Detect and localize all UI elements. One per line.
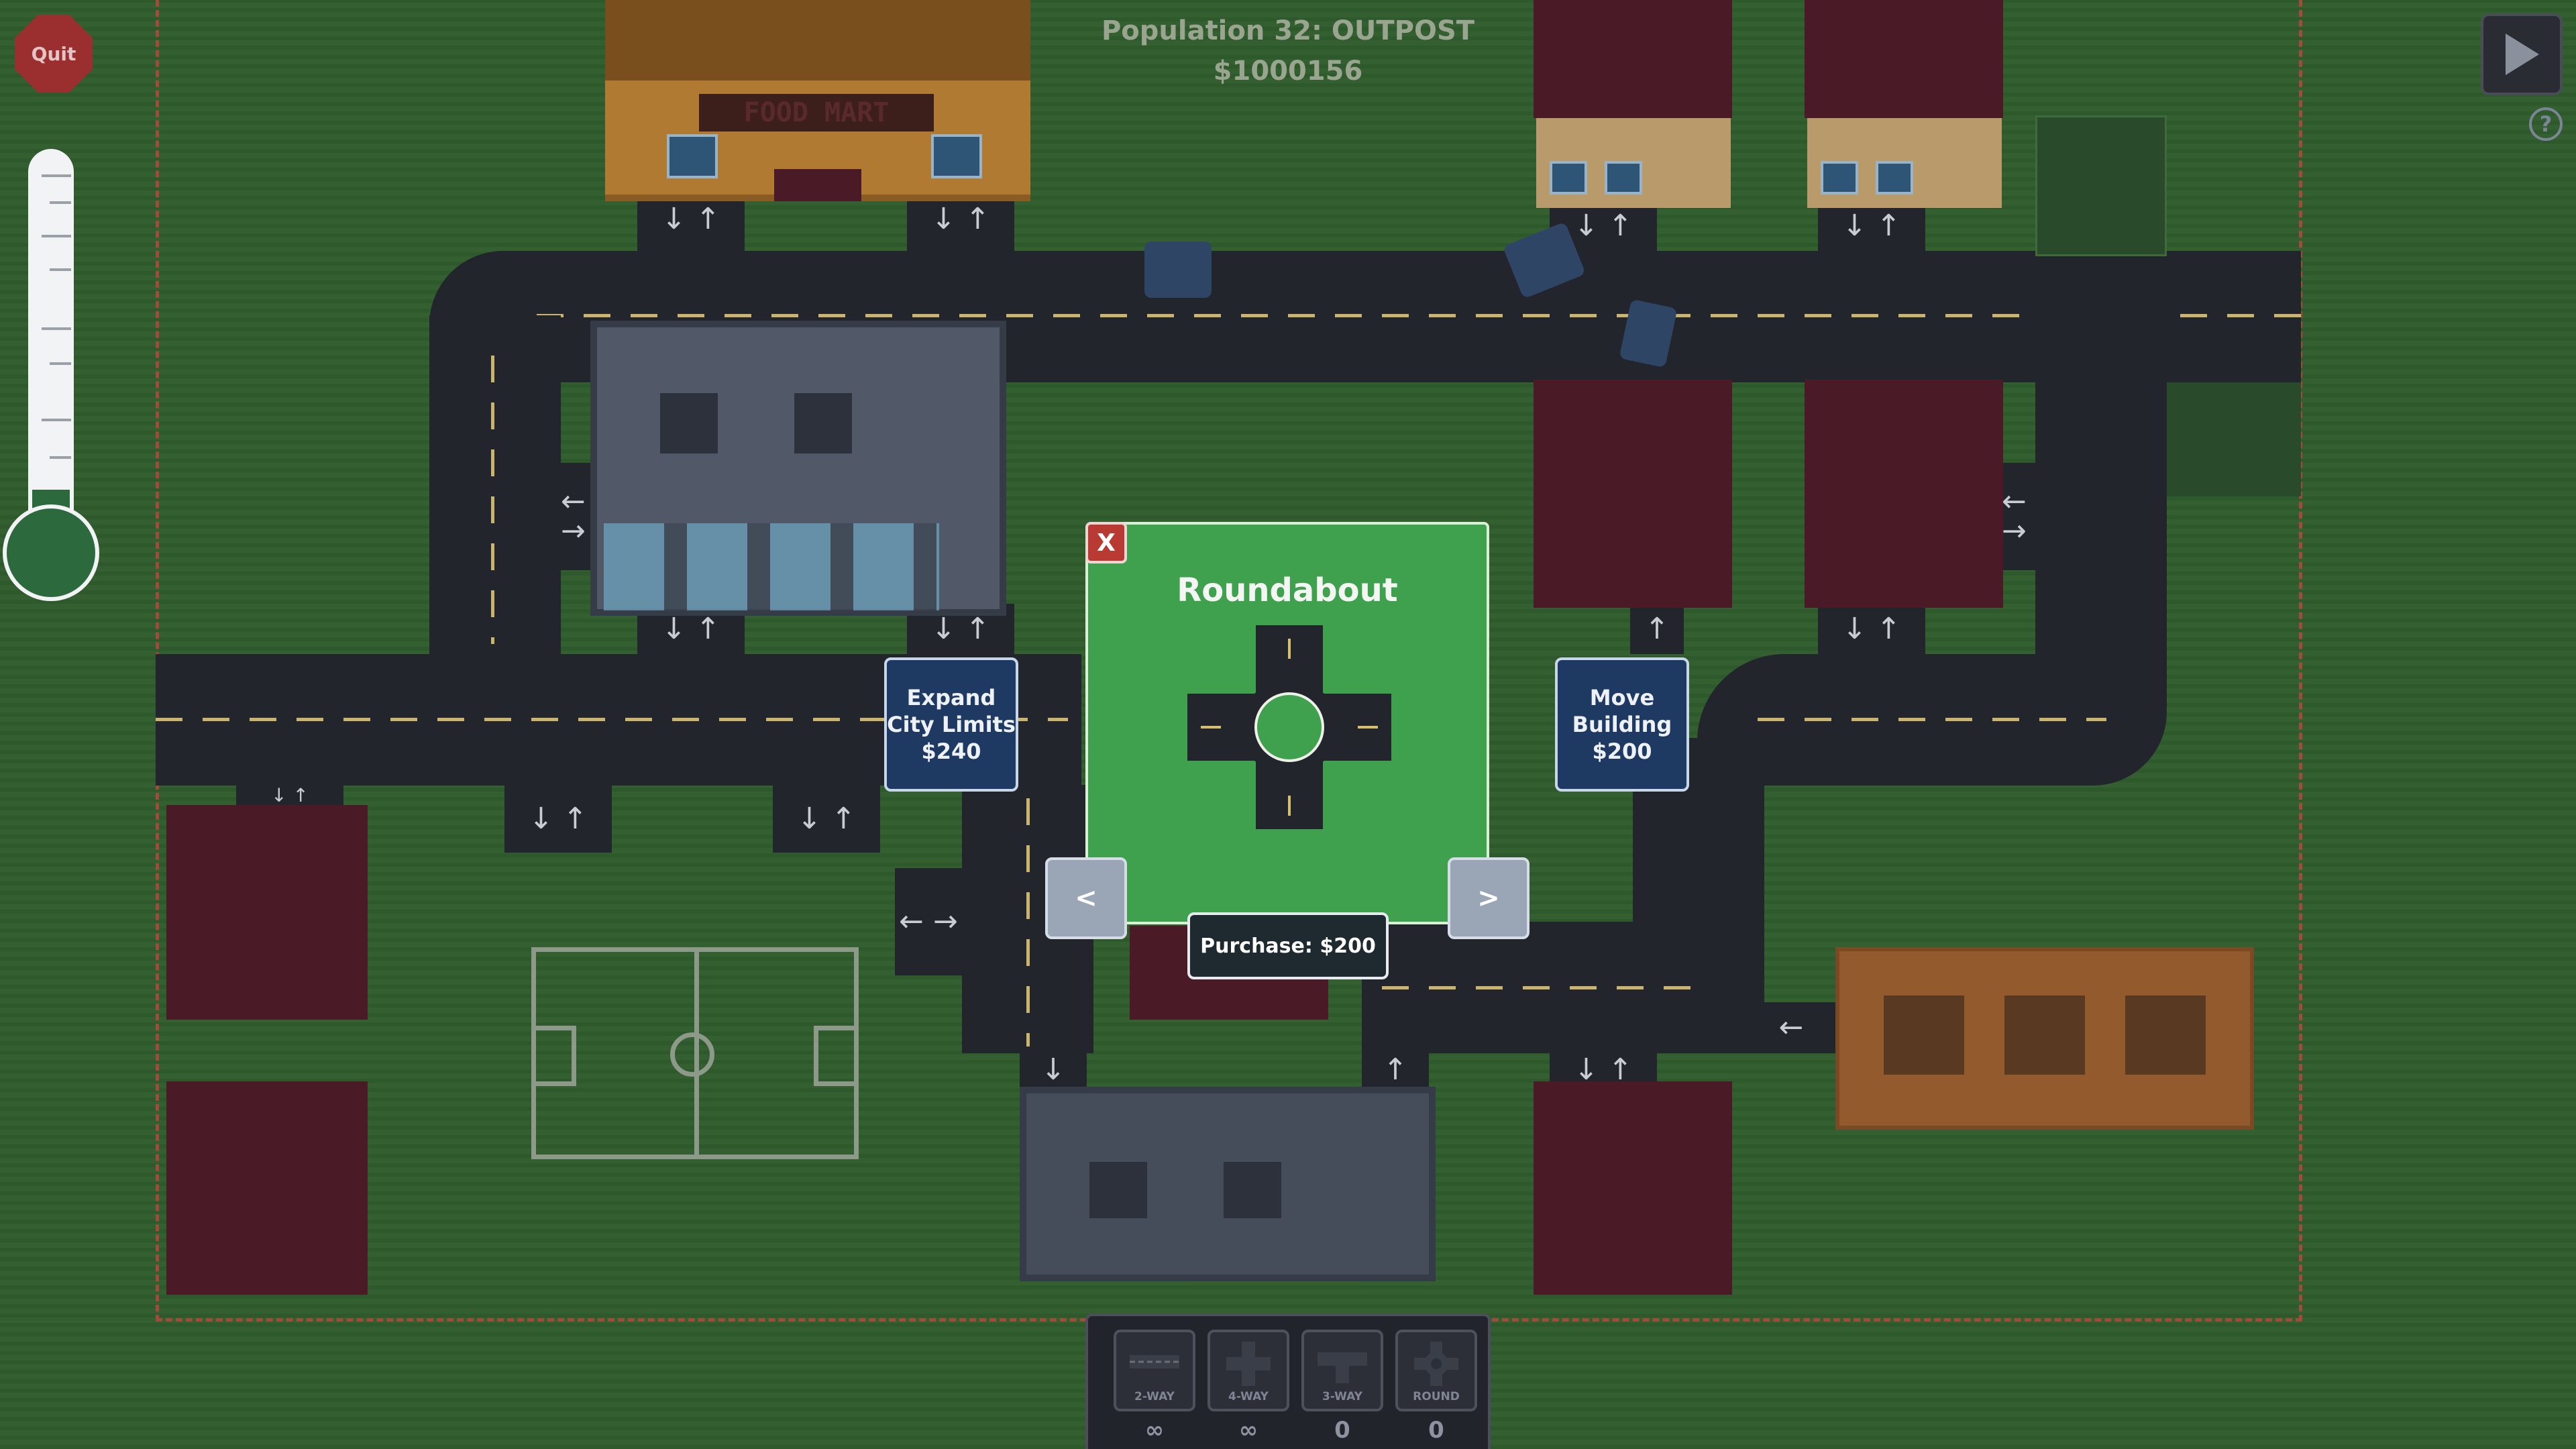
shop-item-title: Roundabout <box>1177 572 1398 609</box>
driveway-factory: ← <box>1751 1002 1831 1053</box>
house-top-1-window-2 <box>1605 161 1642 195</box>
driveway-field-2: ↓ ↑ <box>773 786 880 853</box>
house-top-1-window-1 <box>1550 161 1587 195</box>
hud-status: Population 32: OUTPOST $1000156 <box>1006 11 1570 91</box>
food-mart-window-left <box>667 134 718 178</box>
money-label: $1000156 <box>1213 56 1363 87</box>
next-item-button[interactable]: > <box>1448 857 1529 939</box>
driveway-house-right: ← → <box>2002 463 2035 570</box>
population-label: Population 32: OUTPOST <box>1101 15 1475 46</box>
house-sw-2[interactable] <box>166 1081 368 1295</box>
road-toolbar: 2-WAY ∞ 4-WAY ∞ 3-WAY 0 ROUND 0 <box>1085 1313 1491 1449</box>
tool-count: ∞ <box>1238 1417 1258 1444</box>
driveway-south-1: ↓ <box>1020 1053 1087 1087</box>
three-way-intersection-icon <box>1318 1352 1367 1383</box>
thermometer-tick <box>50 268 71 271</box>
soccer-center-circle <box>670 1032 714 1077</box>
driveway-south-2: ↑ <box>1362 1053 1429 1087</box>
driveway-house-3: ↑ <box>1630 604 1684 654</box>
food-mart-roof <box>605 0 1030 80</box>
road-east-lane <box>1758 718 2106 721</box>
shop-panel: Roundabout <box>1085 522 1489 924</box>
house-sw-1[interactable] <box>166 805 368 1020</box>
road-ne-east[interactable] <box>2167 382 2301 496</box>
thermometer-tick <box>50 201 71 204</box>
factory-bay-1 <box>1884 996 1964 1075</box>
tool-label: 2-WAY <box>1134 1390 1175 1403</box>
satisfaction-thermometer <box>0 0 107 604</box>
thermometer-tick <box>42 327 71 330</box>
house-top-2-window-2 <box>1876 161 1913 195</box>
tool-count: 0 <box>1428 1417 1444 1444</box>
tool-roundabout[interactable]: ROUND <box>1395 1330 1477 1411</box>
road-left-lane <box>491 356 494 644</box>
move-building-button[interactable]: Move Building $200 <box>1555 657 1689 792</box>
four-way-intersection-icon <box>1226 1342 1271 1386</box>
tool-4-way-intersection[interactable]: 4-WAY <box>1208 1330 1289 1411</box>
close-shop-button[interactable]: X <box>1085 522 1127 564</box>
south-vent-1 <box>1089 1162 1147 1218</box>
house-top-2-window-1 <box>1821 161 1858 195</box>
expand-city-limits-button[interactable]: Expand City Limits $240 <box>884 657 1018 792</box>
driveway-house-2: ↓ ↑ <box>1818 201 1925 251</box>
tool-2-way-road[interactable]: 2-WAY <box>1114 1330 1195 1411</box>
office-vent-1 <box>660 393 718 453</box>
two-way-road-icon <box>1130 1355 1179 1368</box>
roundabout-icon <box>1414 1342 1458 1386</box>
house-top-2-roof[interactable] <box>1805 0 2003 118</box>
prev-item-button[interactable]: < <box>1045 857 1127 939</box>
tool-label: ROUND <box>1413 1390 1460 1403</box>
soccer-box-left <box>536 1026 576 1086</box>
food-mart[interactable]: FOOD MART <box>605 0 1030 201</box>
road-south-lane <box>1382 986 1690 989</box>
soccer-box-right <box>814 1026 854 1086</box>
purchase-button[interactable]: Purchase: $200 <box>1187 912 1389 979</box>
driveway-field-1: ↓ ↑ <box>504 786 612 853</box>
thermometer-tick <box>42 235 71 237</box>
food-mart-window-right <box>931 134 982 178</box>
thermometer-tick <box>50 362 71 365</box>
road-ne-stub[interactable] <box>2035 115 2167 256</box>
office-vent-2 <box>794 393 852 453</box>
house-mid-1[interactable] <box>1534 380 1732 608</box>
south-vent-2 <box>1224 1162 1281 1218</box>
thermometer-tick <box>42 419 71 421</box>
food-mart-sign: FOOD MART <box>699 94 934 131</box>
food-mart-door <box>774 169 861 201</box>
thermometer-tick <box>42 174 71 177</box>
factory-bay-2 <box>2004 996 2085 1075</box>
driveway-field-right: ← → <box>895 868 962 975</box>
tool-count: 0 <box>1334 1417 1350 1444</box>
soccer-field[interactable] <box>531 947 859 1159</box>
road-right-vertical[interactable] <box>2035 251 2167 667</box>
driveway-house-sw: ↓ ↑ <box>236 786 343 806</box>
driveway-house-4: ↓ ↑ <box>1818 604 1925 654</box>
driveway-office-left: ← → <box>561 463 594 570</box>
tool-count: ∞ <box>1144 1417 1165 1444</box>
office-windows <box>604 523 939 610</box>
house-se[interactable] <box>1534 1081 1732 1295</box>
factory-bay-3 <box>2125 996 2206 1075</box>
car-1 <box>1144 241 1212 298</box>
play-icon <box>2506 34 2539 75</box>
play-button[interactable] <box>2481 13 2563 95</box>
house-mid-2[interactable] <box>1805 380 2003 608</box>
tool-label: 4-WAY <box>1228 1390 1269 1403</box>
roundabout-preview-icon <box>1187 625 1391 829</box>
thermometer-tick <box>50 456 71 459</box>
road-center-south-lane <box>1026 798 1030 1046</box>
tool-label: 3-WAY <box>1322 1390 1362 1403</box>
thermometer-bulb <box>3 504 99 601</box>
tool-3-way-intersection[interactable]: 3-WAY <box>1301 1330 1383 1411</box>
help-button[interactable]: ? <box>2529 107 2563 141</box>
